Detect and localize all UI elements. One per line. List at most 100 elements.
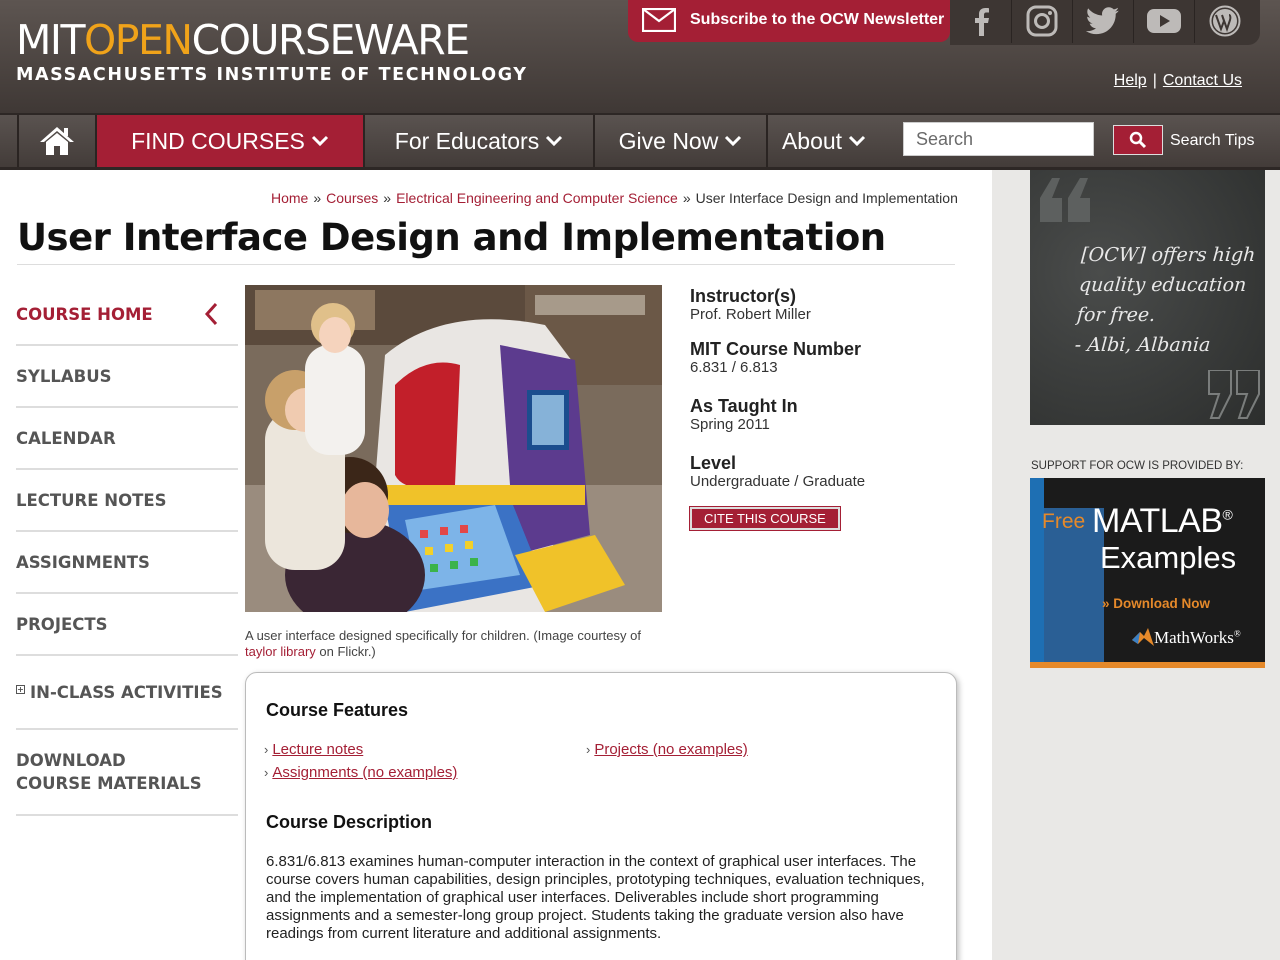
caption-end: on Flickr.) <box>319 644 376 659</box>
caption-text: A user interface designed specifically f… <box>245 628 641 643</box>
mathworks-text: MathWorks <box>1154 628 1234 647</box>
course-sidebar: COURSE HOME SYLLABUS CALENDAR LECTURE NO… <box>16 284 238 816</box>
find-courses-nav[interactable]: FIND COURSES <box>97 115 365 167</box>
page-title: User Interface Design and Implementation <box>17 216 886 259</box>
ad-matlab-text: MATLAB® <box>1092 502 1233 541</box>
sidebar-item-course-home[interactable]: COURSE HOME <box>16 284 238 346</box>
breadcrumb-sep: » <box>313 190 322 206</box>
sidebar-item-lecture-notes[interactable]: LECTURE NOTES <box>16 470 238 532</box>
sidebar-item-calendar[interactable]: CALENDAR <box>16 408 238 470</box>
feature-item: › Lecture notes <box>264 741 363 758</box>
image-caption: A user interface designed specifically f… <box>245 628 665 660</box>
about-nav[interactable]: About <box>768 115 880 167</box>
expand-plus-icon[interactable]: + <box>16 684 25 694</box>
children-kiosk-photo <box>245 285 662 612</box>
facebook-icon[interactable] <box>950 0 1011 43</box>
sidebar-item-label: CALENDAR <box>16 428 116 448</box>
twitter-icon[interactable] <box>1072 0 1133 43</box>
help-link[interactable]: Help <box>1114 72 1147 89</box>
sidebar-item-assignments[interactable]: ASSIGNMENTS <box>16 532 238 594</box>
sidebar-item-label: COURSE HOME <box>16 304 153 324</box>
home-icon <box>40 127 74 155</box>
sidebar-item-label: DOWNLOAD COURSE MATERIALS <box>16 751 202 793</box>
breadcrumb-courses[interactable]: Courses <box>326 190 378 206</box>
search-tips-link[interactable]: Search Tips <box>1170 132 1254 150</box>
arrow-icon: › <box>264 742 269 757</box>
level-value: Undergraduate / Graduate <box>690 473 866 490</box>
taught-in-label: As Taught In <box>690 396 798 416</box>
link-separator: | <box>1152 72 1157 89</box>
matlab-ad-banner[interactable]: Free MATLAB® Examples » Download Now Mat… <box>1030 478 1265 668</box>
sidebar-item-download-materials[interactable]: DOWNLOAD COURSE MATERIALS <box>16 730 238 816</box>
ad-free-text: Free <box>1042 510 1086 533</box>
feature-link-lecture-notes[interactable]: Lecture notes <box>272 741 363 758</box>
taylor-library-link[interactable]: taylor library <box>245 644 316 659</box>
feature-link-projects[interactable]: Projects (no examples) <box>594 741 747 758</box>
search-input[interactable] <box>903 122 1094 156</box>
home-nav-button[interactable] <box>17 115 97 167</box>
chevron-down-icon <box>311 135 328 147</box>
search-icon <box>1129 131 1147 149</box>
for-educators-nav[interactable]: For Educators <box>365 115 595 167</box>
help-contact-links: Help | Contact Us <box>1114 72 1242 90</box>
for-educators-label: For Educators <box>394 127 540 154</box>
chevron-down-icon <box>848 135 866 147</box>
ad-registered-mark: ® <box>1222 506 1233 523</box>
course-number-value: 6.831 / 6.813 <box>690 359 778 376</box>
taught-in-block: As Taught In Spring 2011 <box>690 396 950 434</box>
instructor-label: Instructor(s) <box>690 286 797 306</box>
sidebar-item-label: LECTURE NOTES <box>16 490 167 510</box>
sidebar-item-in-class-activities[interactable]: + IN-CLASS ACTIVITIES <box>16 656 238 730</box>
sidebar-item-label: IN-CLASS ACTIVITIES <box>30 682 223 702</box>
youtube-icon[interactable] <box>1133 0 1194 43</box>
social-links <box>950 0 1260 45</box>
sidebar-item-projects[interactable]: PROJECTS <box>16 594 238 656</box>
contact-us-link[interactable]: Contact Us <box>1163 72 1242 89</box>
breadcrumb-sep: » <box>383 190 392 206</box>
taught-in-value: Spring 2011 <box>690 416 770 433</box>
wordpress-icon[interactable] <box>1194 0 1255 43</box>
course-description-text: 6.831/6.813 examines human-computer inte… <box>266 853 925 942</box>
about-label: About <box>781 127 843 154</box>
search-button[interactable] <box>1113 125 1163 155</box>
instructor-block: Instructor(s) Prof. Robert Miller <box>690 286 950 324</box>
support-label: SUPPORT FOR OCW IS PROVIDED BY: <box>1031 460 1244 472</box>
logo-courseware-text: COURSEWARE <box>191 16 471 64</box>
level-label: Level <box>690 453 737 473</box>
breadcrumb-current: User Interface Design and Implementation <box>695 190 958 206</box>
instagram-icon[interactable] <box>1011 0 1072 43</box>
mathworks-membrane-icon <box>1132 628 1154 646</box>
ad-matlab-word: MATLAB <box>1092 502 1223 540</box>
logo-open-text: OPEN <box>84 16 193 64</box>
find-courses-label: FIND COURSES <box>131 127 305 154</box>
close-quote-icon <box>1208 370 1260 419</box>
logo-mit-text: MIT <box>16 16 86 64</box>
mathworks-registered-mark: ® <box>1233 628 1241 639</box>
cite-this-course-button[interactable]: CITE THIS COURSE <box>689 506 841 531</box>
course-number-block: MIT Course Number 6.831 / 6.813 <box>690 339 950 377</box>
course-image <box>245 285 662 612</box>
course-description-heading: Course Description <box>266 812 433 832</box>
breadcrumb-home[interactable]: Home <box>271 190 308 206</box>
ad-examples-text: Examples <box>1100 540 1237 575</box>
mathworks-logo: MathWorks® <box>1132 628 1241 648</box>
sidebar-item-label: ASSIGNMENTS <box>16 552 150 572</box>
quote-text: [OCW] offers high quality education for … <box>1074 244 1257 356</box>
open-quote-icon <box>1040 178 1090 222</box>
give-now-nav[interactable]: Give Now <box>595 115 768 167</box>
breadcrumb-department[interactable]: Electrical Engineering and Computer Scie… <box>396 190 678 206</box>
sidebar-item-label: SYLLABUS <box>16 366 112 386</box>
course-features-heading: Course Features <box>266 700 409 720</box>
subscribe-newsletter-button[interactable]: Subscribe to the OCW Newsletter <box>628 0 950 42</box>
ad-download-link[interactable]: » Download Now <box>1102 596 1210 611</box>
chevron-left-icon <box>204 302 218 326</box>
title-divider <box>17 264 955 265</box>
feature-link-assignments[interactable]: Assignments (no examples) <box>272 764 457 781</box>
chevron-down-icon <box>725 135 742 147</box>
ad-stripe <box>1030 478 1044 662</box>
sidebar-item-syllabus[interactable]: SYLLABUS <box>16 346 238 408</box>
site-header: MITOPENCOURSEWARE MASSACHUSETTS INSTITUT… <box>0 0 1280 113</box>
course-features-box: Course Features › Lecture notes › Assignme… <box>245 672 957 960</box>
arrow-icon: › <box>586 742 591 757</box>
ocw-logo[interactable]: MITOPENCOURSEWARE <box>16 16 471 64</box>
